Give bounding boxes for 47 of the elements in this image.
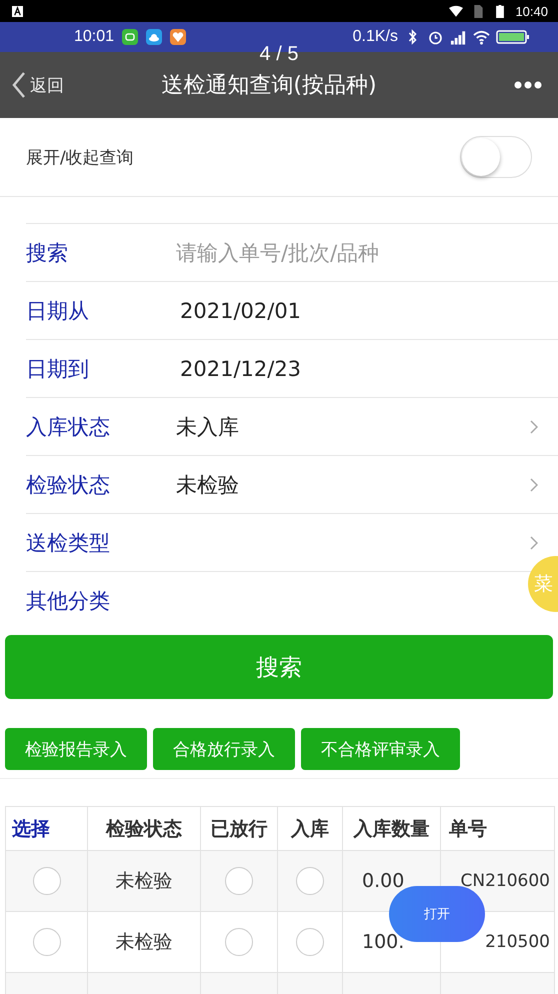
battery-icon <box>496 29 530 45</box>
table-cell: 未检验 <box>116 870 172 892</box>
date-value[interactable]: 2021/12/23 <box>180 356 302 380</box>
select-value[interactable]: 未检验 <box>176 470 239 498</box>
field-label: 日期从 <box>26 298 90 324</box>
table-cell: 未检验 <box>116 931 172 953</box>
radio-button[interactable] <box>32 867 60 895</box>
field-label: 搜索 <box>26 240 69 266</box>
app-icon <box>12 6 23 16</box>
chevron-icon[interactable] <box>530 478 538 492</box>
chevron-left-icon <box>12 71 26 99</box>
column-header: 单号 <box>449 818 487 840</box>
column-header: 已放行 <box>210 818 268 840</box>
clock-time: 10:40 <box>515 4 548 18</box>
column-header: 入库数量 <box>354 818 430 840</box>
toggle-switch[interactable] <box>460 136 532 178</box>
page-title: 送检通知查询(按品种) <box>160 72 378 100</box>
cloud-app-icon <box>146 29 162 45</box>
field-label: 日期到 <box>26 356 90 382</box>
radio-button[interactable] <box>225 928 253 956</box>
field-label: 入库状态 <box>26 414 111 440</box>
alarm-icon <box>427 29 444 45</box>
date-value[interactable]: 2021/02/01 <box>180 298 302 322</box>
health-app-icon <box>170 29 186 45</box>
radio-button[interactable] <box>32 928 60 956</box>
field-label: 送检类型 <box>26 530 111 556</box>
radio-button[interactable] <box>296 928 324 956</box>
field-label: 其他分类 <box>26 588 111 614</box>
chevron-icon[interactable] <box>530 536 538 550</box>
signal-icon <box>450 29 467 45</box>
radio-button[interactable] <box>296 867 324 895</box>
chat-app-icon <box>122 29 138 45</box>
column-header: 入库 <box>291 818 329 840</box>
field-label: 检验状态 <box>26 472 111 498</box>
clock-time: 10:01 <box>74 28 114 46</box>
chevron-icon[interactable] <box>530 420 538 434</box>
table-cell: 210500 <box>485 932 550 952</box>
page-counter: 4 / 5 <box>260 43 298 66</box>
toggle-label: 展开/收起查询 <box>26 146 134 168</box>
wifi-icon <box>449 4 464 18</box>
network-speed: 0.1K/s <box>352 28 398 46</box>
radio-button[interactable] <box>225 867 253 895</box>
wifi-icon <box>473 29 490 45</box>
back-button[interactable]: 返回 <box>12 71 64 99</box>
select-value[interactable]: 未入库 <box>176 412 239 440</box>
column-header: 检验状态 <box>106 818 182 840</box>
more-icon[interactable] <box>514 81 542 89</box>
